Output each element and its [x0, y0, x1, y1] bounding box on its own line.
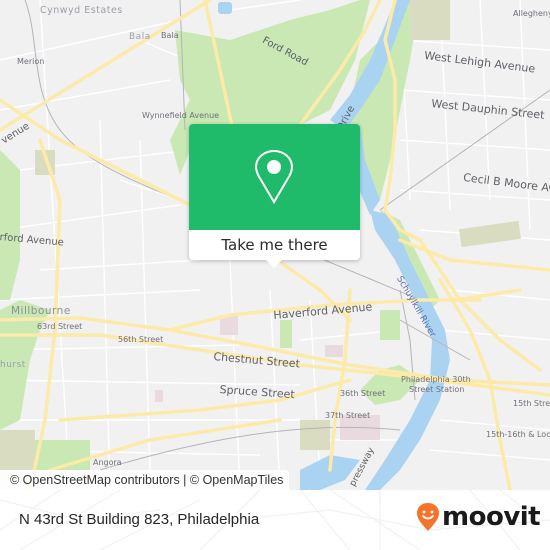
station-label-15th-16th-locust: 15th-16th & Locu	[486, 430, 550, 439]
map-view[interactable]: Cynwyd Estates Bala Bala Merion Ford Roa…	[0, 0, 550, 490]
place-label-angora: Angora	[93, 458, 122, 467]
place-label-hurst: hurst	[0, 360, 26, 370]
road-label-allegheny: Allegheny	[513, 9, 550, 18]
moovit-wordmark: moovit	[442, 502, 541, 532]
place-label-millbourne: Millbourne	[11, 305, 71, 317]
location-popup[interactable]: Take me there	[189, 124, 360, 268]
road-label-63rd-street: 63rd Street	[37, 322, 83, 331]
map-attribution[interactable]: © OpenStreetMap contributors | © OpenMap…	[0, 470, 290, 490]
road-label-36th-street: 36th Street	[340, 389, 386, 398]
location-pin-icon	[255, 150, 293, 204]
popup-header	[189, 124, 360, 230]
moovit-logo[interactable]: moovit	[416, 502, 541, 532]
road-label-15th-street: 15th Street	[513, 399, 550, 408]
road-label-wynnefield-avenue: Wynnefield Avenue	[142, 111, 220, 120]
road-label-37th-street: 37th Street	[325, 411, 371, 420]
station-label-bala: Bala	[161, 31, 179, 40]
moovit-smiley-pin-icon	[417, 503, 439, 531]
station-label-philadelphia-30th-line1: Philadelphia 30th	[401, 375, 471, 384]
station-label-philadelphia-30th-line2: Street Station	[409, 385, 465, 394]
location-address: N 43rd St Building 823, Philadelphia	[19, 511, 260, 528]
road-label-56th-street: 56th Street	[118, 335, 164, 344]
popup-pointer	[266, 260, 282, 268]
place-label-cynwyd-estates: Cynwyd Estates	[40, 5, 123, 16]
place-label-merion: Merion	[17, 57, 45, 66]
take-me-there-button[interactable]: Take me there	[189, 230, 360, 260]
place-label-bala: Bala	[129, 32, 151, 42]
footer-bar: N 43rd St Building 823, Philadelphia moo…	[0, 490, 550, 550]
